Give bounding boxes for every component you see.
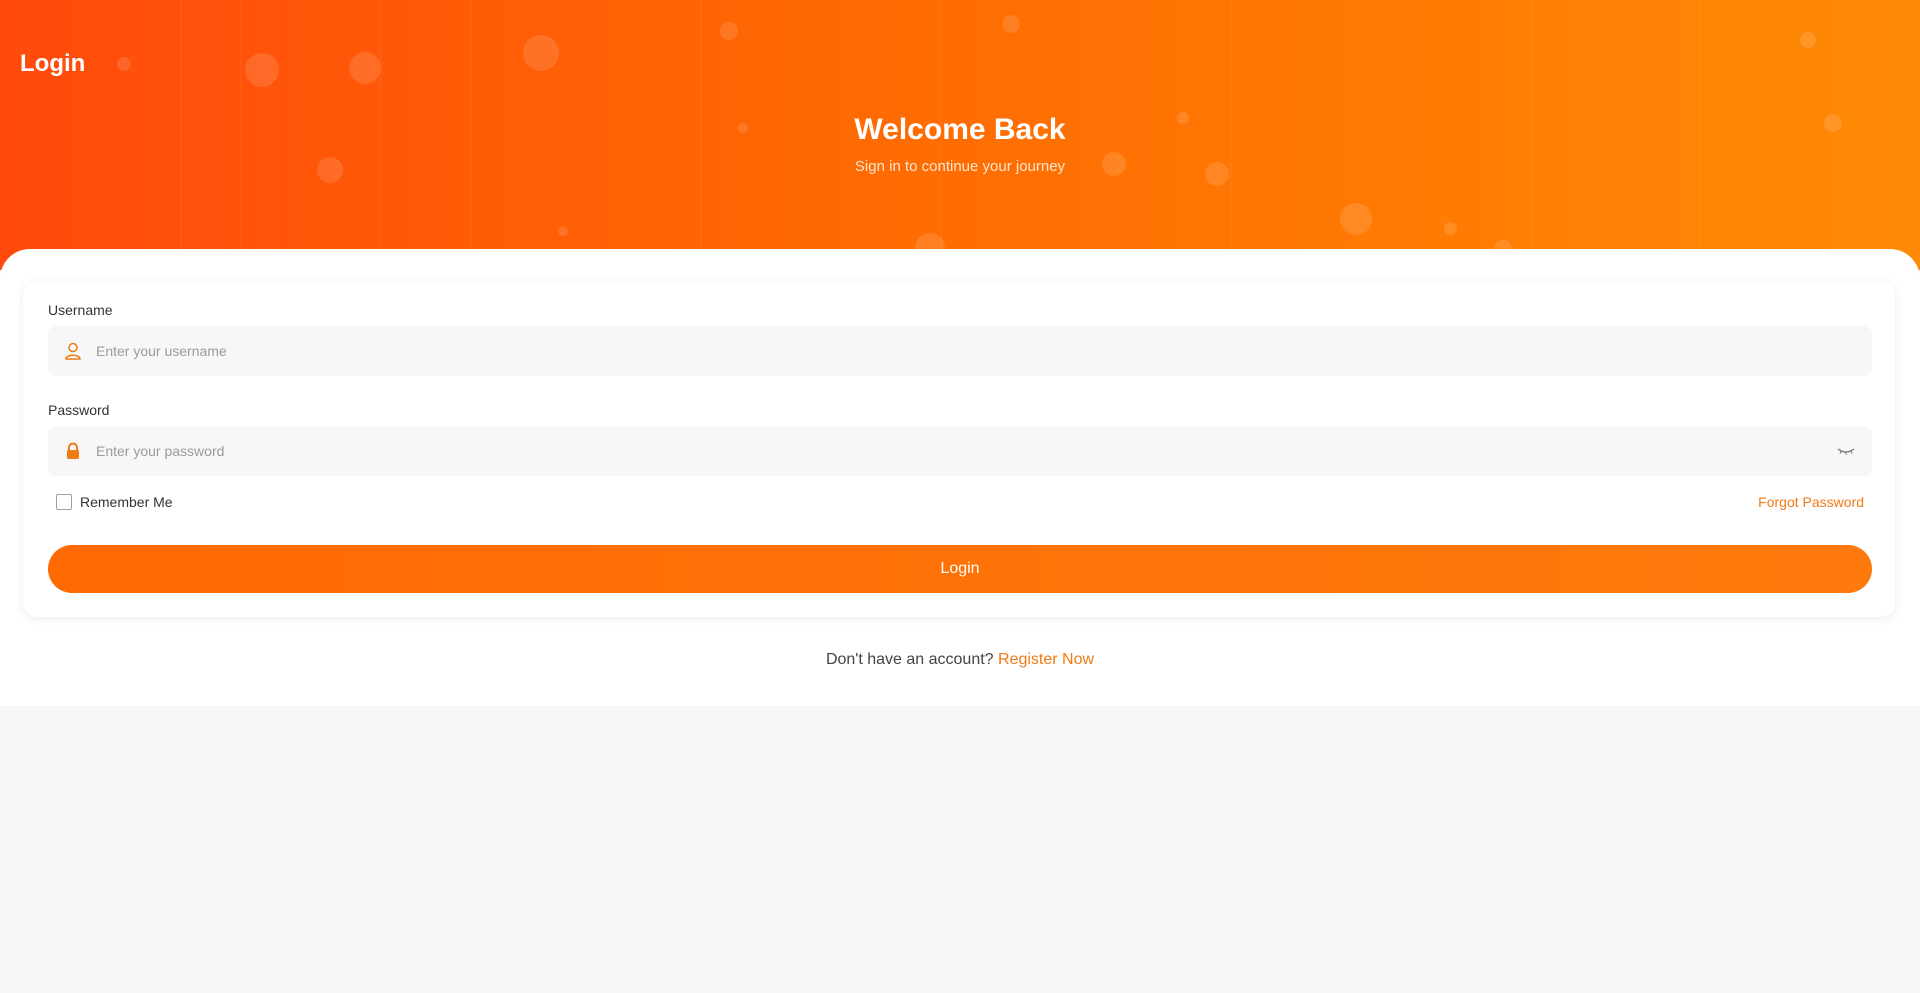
page-title: Login: [20, 50, 86, 77]
lock-icon: [63, 441, 83, 461]
register-prompt: Don't have an account? Register Now: [0, 650, 1920, 670]
remember-me-label: Remember Me: [80, 494, 173, 510]
hero-banner: Login Welcome Back Sign in to continue y…: [0, 0, 1920, 270]
password-input[interactable]: [96, 426, 1796, 476]
remember-me-checkbox[interactable]: [56, 494, 72, 510]
password-field[interactable]: [48, 426, 1872, 476]
welcome-subtitle: Sign in to continue your journey: [854, 158, 1066, 175]
login-page: Login Welcome Back Sign in to continue y…: [0, 0, 1920, 993]
forgot-password-link[interactable]: Forgot Password: [1758, 493, 1864, 511]
username-field[interactable]: [48, 326, 1872, 376]
welcome-heading: Welcome Back: [854, 113, 1066, 146]
remember-me-option[interactable]: Remember Me: [56, 493, 173, 511]
register-prompt-text: Don't have an account?: [825, 651, 994, 668]
register-now-link[interactable]: Register Now: [998, 651, 1094, 668]
user-icon: [63, 341, 83, 361]
login-button[interactable]: Login: [48, 545, 1872, 593]
password-label: Password: [48, 402, 110, 418]
username-input[interactable]: [96, 326, 1796, 376]
eye-closed-icon[interactable]: [1836, 442, 1856, 460]
username-label: Username: [48, 302, 113, 318]
